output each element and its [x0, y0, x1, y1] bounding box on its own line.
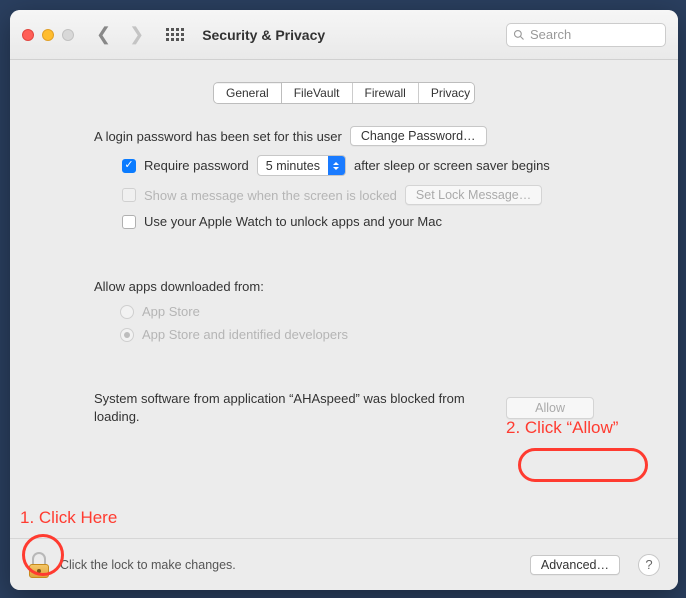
allow-apps-header: Allow apps downloaded from: — [94, 279, 650, 294]
search-placeholder: Search — [530, 27, 571, 42]
tab-bar: General FileVault Firewall Privacy — [213, 82, 475, 104]
after-sleep-label: after sleep or screen saver begins — [354, 158, 550, 173]
back-button[interactable]: ❮ — [96, 24, 111, 45]
login-password-set-label: A login password has been set for this u… — [94, 129, 342, 144]
tab-privacy[interactable]: Privacy — [419, 83, 475, 103]
lock-icon[interactable] — [28, 552, 50, 578]
forward-button[interactable]: ❯ — [129, 24, 144, 45]
require-password-label: Require password — [144, 158, 249, 173]
tab-firewall[interactable]: Firewall — [353, 83, 419, 103]
window-title: Security & Privacy — [202, 27, 325, 43]
radio-app-store-label: App Store — [142, 304, 200, 319]
require-password-checkbox[interactable] — [122, 159, 136, 173]
titlebar: ❮ ❯ Security & Privacy Search — [10, 10, 678, 60]
apple-watch-unlock-checkbox[interactable] — [122, 215, 136, 229]
show-lock-message-label: Show a message when the screen is locked — [144, 188, 397, 203]
show-lock-message-checkbox — [122, 188, 136, 202]
footer-bar: Click the lock to make changes. Advanced… — [10, 538, 678, 590]
blocked-software-text: System software from application “AHAspe… — [94, 390, 476, 425]
lock-hint-text: Click the lock to make changes. — [60, 558, 236, 572]
preferences-window: ❮ ❯ Security & Privacy Search General Fi… — [10, 10, 678, 590]
help-button[interactable]: ? — [638, 554, 660, 576]
search-icon — [513, 29, 525, 41]
allow-button[interactable]: Allow — [506, 397, 594, 419]
close-window-button[interactable] — [22, 29, 34, 41]
radio-identified-developers-label: App Store and identified developers — [142, 327, 348, 342]
chevron-updown-icon — [328, 156, 345, 175]
require-password-delay-select[interactable]: 5 minutes — [257, 155, 346, 176]
set-lock-message-button: Set Lock Message… — [405, 185, 542, 205]
tab-general[interactable]: General — [214, 83, 282, 103]
content-area: General FileVault Firewall Privacy A log… — [10, 60, 678, 425]
zoom-window-button — [62, 29, 74, 41]
radio-identified-developers — [120, 328, 134, 342]
search-field[interactable]: Search — [506, 23, 666, 47]
advanced-button[interactable]: Advanced… — [530, 555, 620, 575]
delay-value: 5 minutes — [258, 159, 328, 173]
show-all-prefs-button[interactable] — [166, 28, 184, 41]
minimize-window-button[interactable] — [42, 29, 54, 41]
tab-filevault[interactable]: FileVault — [282, 83, 353, 103]
nav-arrows: ❮ ❯ — [96, 24, 144, 45]
window-controls — [22, 29, 74, 41]
change-password-button[interactable]: Change Password… — [350, 126, 487, 146]
apple-watch-unlock-label: Use your Apple Watch to unlock apps and … — [144, 214, 442, 229]
radio-app-store — [120, 305, 134, 319]
